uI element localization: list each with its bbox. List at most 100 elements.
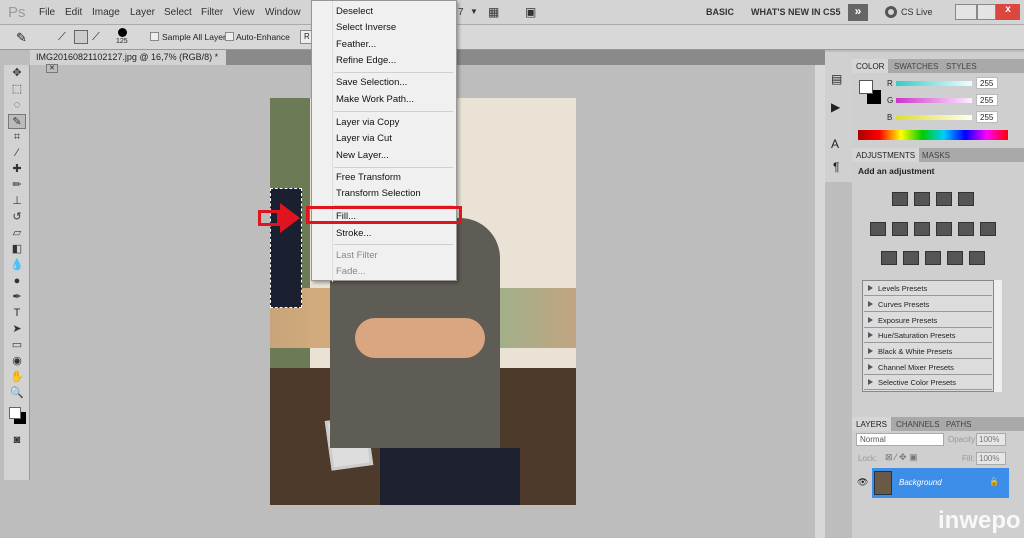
menu-item-select-inverse[interactable]: Select Inverse	[336, 22, 396, 33]
3d-tool-icon[interactable]: ◉	[8, 354, 26, 369]
photo-filter-icon[interactable]	[958, 222, 974, 236]
menu-item-feather[interactable]: Feather...	[336, 39, 376, 50]
fill-input[interactable]: 100%	[976, 452, 1006, 465]
menu-layer[interactable]: Layer	[130, 7, 155, 18]
b-slider[interactable]	[896, 115, 972, 120]
close-tab-icon[interactable]: ✕	[46, 64, 58, 73]
auto-enhance-checkbox[interactable]	[225, 32, 234, 41]
move-tool-icon[interactable]: ✥	[8, 66, 26, 81]
chevron-down-icon[interactable]: ▼	[470, 7, 478, 16]
vibrance-icon[interactable]	[870, 222, 886, 236]
workspace-whats-new[interactable]: WHAT'S NEW IN CS5	[751, 7, 840, 17]
hand-tool-icon[interactable]: ✋	[8, 370, 26, 385]
quick-mask-icon[interactable]: ◙	[8, 433, 26, 448]
hue-saturation-icon[interactable]	[892, 222, 908, 236]
posterize-icon[interactable]	[903, 251, 919, 265]
path-selection-icon[interactable]: ➤	[8, 322, 26, 337]
blur-tool-icon[interactable]: 💧	[8, 258, 26, 273]
tab-color[interactable]: COLOR	[852, 59, 889, 73]
g-value[interactable]: 255	[976, 94, 998, 106]
arrange-documents-icon[interactable]: ▦	[488, 5, 499, 19]
tab-channels[interactable]: CHANNELS	[892, 417, 944, 431]
dodge-tool-icon[interactable]: ●	[8, 274, 26, 289]
layer-row-background[interactable]: Background 🔒	[872, 468, 1009, 498]
brush-tool-icon[interactable]: ✏	[8, 178, 26, 193]
preset-black-white[interactable]: Black & White Presets	[864, 344, 992, 359]
menu-select[interactable]: Select	[164, 7, 192, 18]
presets-scrollbar[interactable]	[994, 280, 1002, 392]
menu-image[interactable]: Image	[92, 7, 120, 18]
gradient-map-icon[interactable]	[947, 251, 963, 265]
channel-mixer-icon[interactable]	[980, 222, 996, 236]
history-panel-icon[interactable]: ▤	[831, 72, 842, 86]
preset-curves[interactable]: Curves Presets	[864, 297, 992, 312]
color-balance-icon[interactable]	[914, 222, 930, 236]
actions-panel-icon[interactable]: ▶	[831, 100, 840, 114]
r-slider[interactable]	[896, 81, 972, 86]
healing-brush-icon[interactable]: ✚	[8, 162, 26, 177]
add-to-selection-icon[interactable]	[74, 30, 88, 44]
document-tab[interactable]: IMG20160821102127.jpg @ 16,7% (RGB/8) * …	[30, 50, 226, 73]
tab-paths[interactable]: PATHS	[942, 417, 975, 431]
new-selection-icon[interactable]: ⟋	[58, 31, 66, 44]
vertical-scrollbar[interactable]	[815, 65, 825, 538]
menu-file[interactable]: File	[39, 7, 55, 18]
menu-item-transform-selection[interactable]: Transform Selection	[336, 188, 421, 199]
color-spectrum-bar[interactable]	[858, 130, 1008, 140]
quick-selection-tool-icon[interactable]: ✎	[8, 114, 26, 129]
history-brush-icon[interactable]: ↺	[8, 210, 26, 225]
brush-preview-icon[interactable]	[118, 28, 127, 37]
tab-swatches[interactable]: SWATCHES	[890, 59, 942, 73]
menu-item-refine-edge[interactable]: Refine Edge...	[336, 55, 396, 66]
menu-item-free-transform[interactable]: Free Transform	[336, 172, 401, 183]
tab-styles[interactable]: STYLES	[942, 59, 981, 73]
invert-icon[interactable]	[881, 251, 897, 265]
color-swatches[interactable]	[8, 402, 26, 432]
preset-hue-saturation[interactable]: Hue/Saturation Presets	[864, 328, 992, 343]
menu-item-save-selection[interactable]: Save Selection...	[336, 77, 407, 88]
menu-item-make-work-path[interactable]: Make Work Path...	[336, 94, 414, 105]
menu-item-new-layer[interactable]: New Layer...	[336, 150, 389, 161]
quick-selection-tool-icon[interactable]: ✎	[16, 30, 27, 46]
menu-item-deselect[interactable]: Deselect	[336, 6, 373, 17]
sample-all-layers-checkbox[interactable]	[150, 32, 159, 41]
workspace-basic[interactable]: BASIC	[706, 7, 734, 17]
eraser-tool-icon[interactable]: ▱	[8, 226, 26, 241]
cs-live-button[interactable]: CS Live	[901, 7, 933, 17]
menu-item-layer-via-copy[interactable]: Layer via Copy	[336, 117, 399, 128]
gradient-tool-icon[interactable]: ◧	[8, 242, 26, 257]
lock-icons[interactable]: ⊠ ⁄ ✥ ▣	[885, 452, 918, 463]
foreground-color-swatch[interactable]	[859, 80, 873, 94]
type-tool-icon[interactable]: T	[8, 306, 26, 321]
pen-tool-icon[interactable]: ✒	[8, 290, 26, 305]
restore-button[interactable]	[977, 4, 996, 20]
preset-selective-color[interactable]: Selective Color Presets	[864, 375, 992, 390]
subtract-selection-icon[interactable]: ⟋	[92, 31, 100, 44]
menu-item-layer-via-cut[interactable]: Layer via Cut	[336, 133, 392, 144]
blend-mode-select[interactable]: Normal	[856, 433, 944, 446]
zoom-level-dropdown[interactable]: 7	[458, 7, 464, 18]
selective-color-icon[interactable]	[969, 251, 985, 265]
zoom-tool-icon[interactable]: 🔍	[8, 386, 26, 401]
menu-edit[interactable]: Edit	[65, 7, 82, 18]
preset-levels[interactable]: Levels Presets	[864, 281, 992, 296]
crop-tool-icon[interactable]: ⌗	[8, 130, 26, 145]
threshold-icon[interactable]	[925, 251, 941, 265]
marquee-tool-icon[interactable]: ⬚	[8, 82, 26, 97]
paragraph-panel-icon[interactable]: ¶	[833, 160, 839, 174]
preset-exposure[interactable]: Exposure Presets	[864, 313, 992, 328]
tab-adjustments[interactable]: ADJUSTMENTS	[852, 148, 920, 162]
brightness-icon[interactable]	[892, 192, 908, 206]
screen-mode-icon[interactable]: ▣	[525, 5, 536, 19]
black-white-icon[interactable]	[936, 222, 952, 236]
lasso-tool-icon[interactable]: ◌	[8, 98, 26, 113]
menu-item-stroke[interactable]: Stroke...	[336, 228, 371, 239]
eyedropper-tool-icon[interactable]: ⁄	[8, 146, 26, 161]
menu-filter[interactable]: Filter	[201, 7, 223, 18]
menu-view[interactable]: View	[233, 7, 255, 18]
clone-stamp-icon[interactable]: ⊥	[8, 194, 26, 209]
tab-masks[interactable]: MASKS	[918, 148, 954, 162]
g-slider[interactable]	[896, 98, 972, 103]
foreground-color-swatch[interactable]	[9, 407, 21, 419]
opacity-input[interactable]: 100%	[976, 433, 1006, 446]
